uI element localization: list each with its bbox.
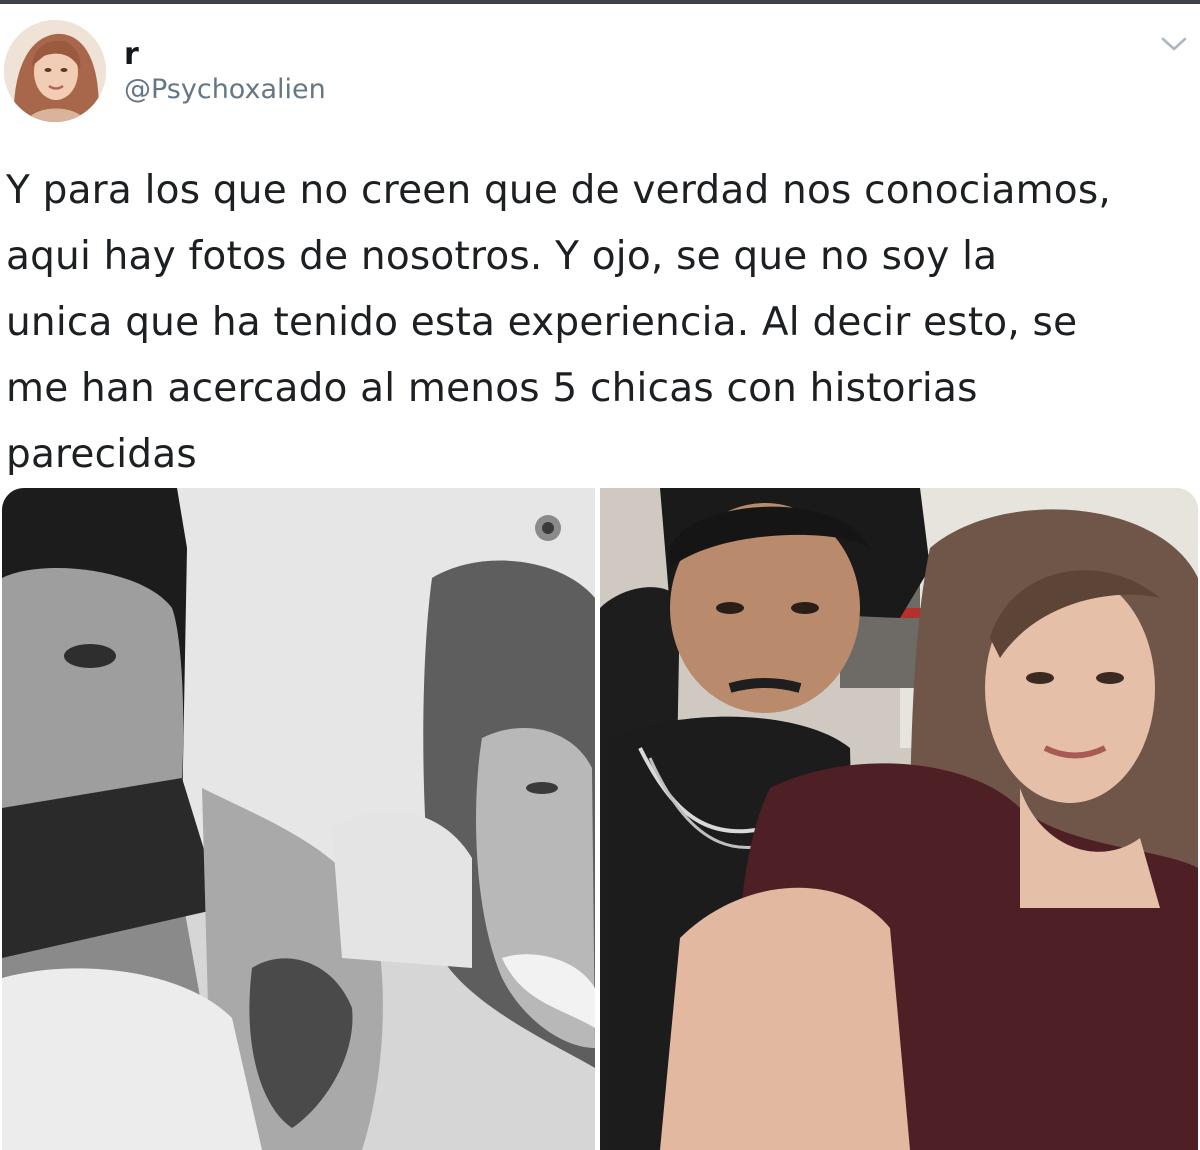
media-grid (2, 488, 1198, 1150)
display-name[interactable]: r (124, 38, 139, 72)
chevron-down-icon[interactable] (1160, 34, 1188, 54)
photo-left[interactable] (2, 488, 595, 1150)
photo-right[interactable] (600, 488, 1198, 1150)
photo-left-image (2, 488, 595, 1150)
photo-right-image (600, 488, 1198, 1150)
avatar-image (4, 20, 106, 122)
tweet-card: r @Psychoxalien Y para los que no creen … (0, 0, 1200, 1150)
user-handle[interactable]: @Psychoxalien (124, 74, 326, 106)
top-divider (0, 0, 1200, 4)
avatar[interactable] (4, 20, 106, 122)
tweet-text: Y para los que no creen que de verdad no… (6, 168, 1111, 477)
